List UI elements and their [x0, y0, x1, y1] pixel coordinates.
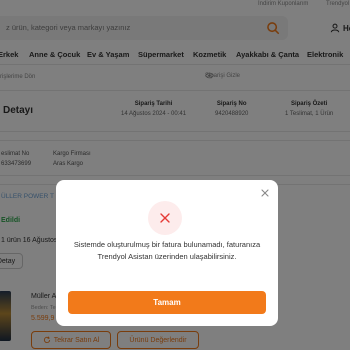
- error-badge: [148, 201, 182, 235]
- dialog-message: Sistemde oluşturulmuş bir fatura bulunam…: [73, 240, 261, 261]
- ok-button[interactable]: Tamam: [68, 291, 266, 314]
- close-icon[interactable]: [260, 188, 270, 198]
- invoice-not-found-dialog: Sistemde oluşturulmuş bir fatura bulunam…: [56, 180, 278, 326]
- error-x-icon: [160, 213, 170, 223]
